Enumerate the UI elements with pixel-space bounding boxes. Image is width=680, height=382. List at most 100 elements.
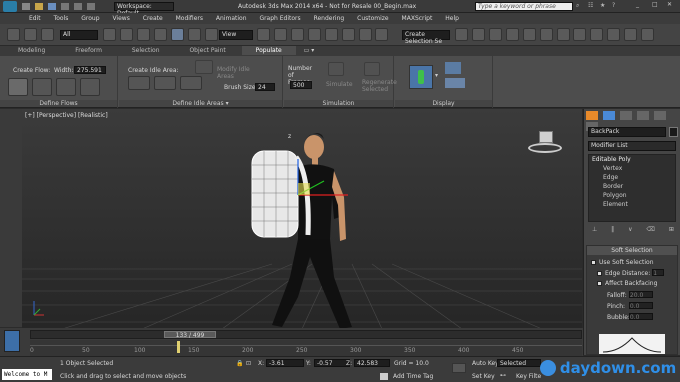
time-slider-thumb[interactable]: 133 / 499 [164, 331, 216, 339]
display-dropdown-icon[interactable]: ▾ [435, 72, 438, 79]
key-filter-icon[interactable]: ⊷ [500, 372, 506, 379]
object-color-swatch[interactable] [669, 127, 678, 137]
tab-freeform[interactable]: Freeform [61, 46, 116, 55]
new-file-icon[interactable] [22, 3, 30, 10]
use-soft-selection-checkbox[interactable] [591, 260, 596, 265]
named-selection-dropdown[interactable]: Create Selection Se [402, 30, 450, 45]
ribbon-options-icon[interactable]: ▭ ▾ [304, 47, 315, 54]
material-editor-icon[interactable] [556, 28, 570, 41]
motion-tab-icon[interactable] [636, 111, 649, 120]
select-and-move-icon[interactable] [170, 28, 184, 41]
spinner-snap-icon[interactable] [358, 28, 372, 41]
idle-area-rectangle-icon[interactable] [128, 76, 150, 90]
select-object-icon[interactable] [103, 28, 116, 41]
x-coordinate-input[interactable]: -3.61 [266, 359, 304, 367]
menu-maxscript[interactable]: MAXScript [402, 13, 433, 22]
edge-distance-spinner[interactable]: 1 [652, 269, 665, 277]
make-unique-icon[interactable]: ∨ [628, 226, 632, 233]
brush-size-input[interactable]: 24 [255, 83, 275, 91]
display-flows-icon[interactable] [445, 62, 461, 74]
create-tab-icon[interactable] [586, 111, 598, 120]
z-coordinate-input[interactable]: 42.583 [354, 359, 390, 367]
pivot-point-icon[interactable] [257, 28, 270, 41]
menu-group[interactable]: Group [81, 13, 99, 22]
key-filters-button[interactable]: Key Filte [516, 373, 541, 380]
maximize-icon[interactable]: □ [652, 1, 658, 8]
bind-space-warp-icon[interactable] [40, 28, 54, 41]
project-folder-icon[interactable] [86, 3, 95, 10]
tab-selection[interactable]: Selection [118, 46, 174, 55]
angle-snap-icon[interactable] [324, 28, 338, 41]
save-icon[interactable] [47, 3, 56, 10]
link-icon[interactable] [7, 28, 20, 41]
modify-tab-icon[interactable] [602, 111, 615, 120]
undo-icon[interactable] [60, 3, 69, 10]
regenerate-selected-button[interactable]: Regenerate Selected [362, 79, 397, 93]
perspective-viewport[interactable]: [+] [Perspective] [Realistic] z [22, 109, 582, 329]
idle-area-paint-icon[interactable] [195, 60, 213, 74]
simulate-icon[interactable] [328, 62, 344, 76]
edge-distance-checkbox[interactable] [597, 271, 602, 276]
menu-edit[interactable]: Edit [29, 13, 41, 22]
render-production-icon[interactable] [607, 28, 621, 41]
stack-item-polygon[interactable]: Polygon [589, 191, 675, 200]
time-slider-track[interactable]: 133 / 499 [30, 330, 582, 339]
simulate-button[interactable]: Simulate [326, 81, 353, 88]
auto-key-button[interactable]: Auto Key [472, 360, 499, 367]
key-mode-dropdown[interactable]: Selected [497, 359, 541, 367]
workspace-dropdown[interactable]: Workspace: Default [114, 2, 174, 17]
create-flow-icon[interactable] [8, 78, 28, 96]
pinch-spinner[interactable]: 0.0 [628, 302, 653, 310]
stack-item-element[interactable]: Element [589, 200, 675, 209]
falloff-spinner[interactable]: 20.0 [628, 291, 653, 299]
curve-editor-icon[interactable] [522, 28, 536, 41]
regenerate-icon[interactable] [364, 62, 380, 76]
soft-selection-header[interactable]: Soft Selection [587, 246, 677, 255]
edit-named-selection-icon[interactable] [375, 28, 389, 41]
stack-item-border[interactable]: Border [589, 182, 675, 191]
select-by-name-icon[interactable] [119, 28, 133, 41]
manipulate-icon[interactable] [273, 28, 287, 41]
menu-customize[interactable]: Customize [357, 13, 389, 22]
viewport-label[interactable]: [+] [Perspective] [Realistic] [25, 112, 108, 119]
close-icon[interactable]: ✕ [667, 1, 672, 8]
object-name-input[interactable]: BackPack [588, 127, 666, 137]
align-icon[interactable] [471, 28, 485, 41]
bubble-spinner[interactable]: 0.0 [628, 313, 653, 321]
snaps-toggle-icon[interactable] [307, 28, 321, 41]
keyboard-shortcut-icon[interactable] [290, 28, 304, 41]
transform-gizmo[interactable] [290, 157, 350, 207]
open-file-icon[interactable] [34, 3, 43, 10]
render-activeshade-icon[interactable] [641, 28, 655, 41]
help-icon[interactable]: ? [612, 2, 615, 9]
render-setup-icon[interactable] [573, 28, 587, 41]
pin-stack-icon[interactable]: ⊥ [592, 226, 597, 233]
search-icon[interactable]: ⌕ [576, 2, 579, 10]
y-coordinate-input[interactable]: -0.57 [314, 359, 350, 367]
viewcube[interactable] [528, 131, 562, 153]
lock-selection-icon[interactable]: 🔒 [236, 360, 243, 367]
community-icon[interactable]: ☷ [588, 2, 593, 9]
modifier-list-dropdown[interactable]: Modifier List [588, 141, 676, 151]
idle-area-freeform-icon[interactable] [180, 76, 202, 90]
menu-modifiers[interactable]: Modifiers [176, 13, 203, 22]
render-iterative-icon[interactable] [624, 28, 638, 41]
track-bar[interactable]: 0 50 100 150 200 250 300 350 400 450 [30, 340, 582, 356]
width-input[interactable]: 275.591 [74, 66, 106, 74]
flow-width-icon[interactable] [56, 78, 76, 96]
menu-views[interactable]: Views [112, 13, 129, 22]
tab-modeling[interactable]: Modeling [4, 46, 59, 55]
display-idle-areas-icon[interactable] [445, 78, 465, 88]
stack-item-edge[interactable]: Edge [589, 173, 675, 182]
selection-filter-dropdown[interactable]: All [60, 30, 98, 40]
window-crossing-icon[interactable] [153, 28, 167, 41]
display-tab-icon[interactable] [653, 111, 666, 120]
configure-modifier-sets-icon[interactable]: ⊞ [669, 226, 674, 233]
stack-item-vertex[interactable]: Vertex [589, 164, 675, 173]
frames-input[interactable]: 500 [290, 81, 312, 89]
schematic-view-icon[interactable] [539, 28, 553, 41]
menu-animation[interactable]: Animation [216, 13, 247, 22]
absolute-mode-icon[interactable]: ⊡ [246, 360, 251, 367]
percent-snap-icon[interactable] [341, 28, 355, 41]
add-time-tag-button[interactable]: Add Time Tag [393, 373, 433, 380]
